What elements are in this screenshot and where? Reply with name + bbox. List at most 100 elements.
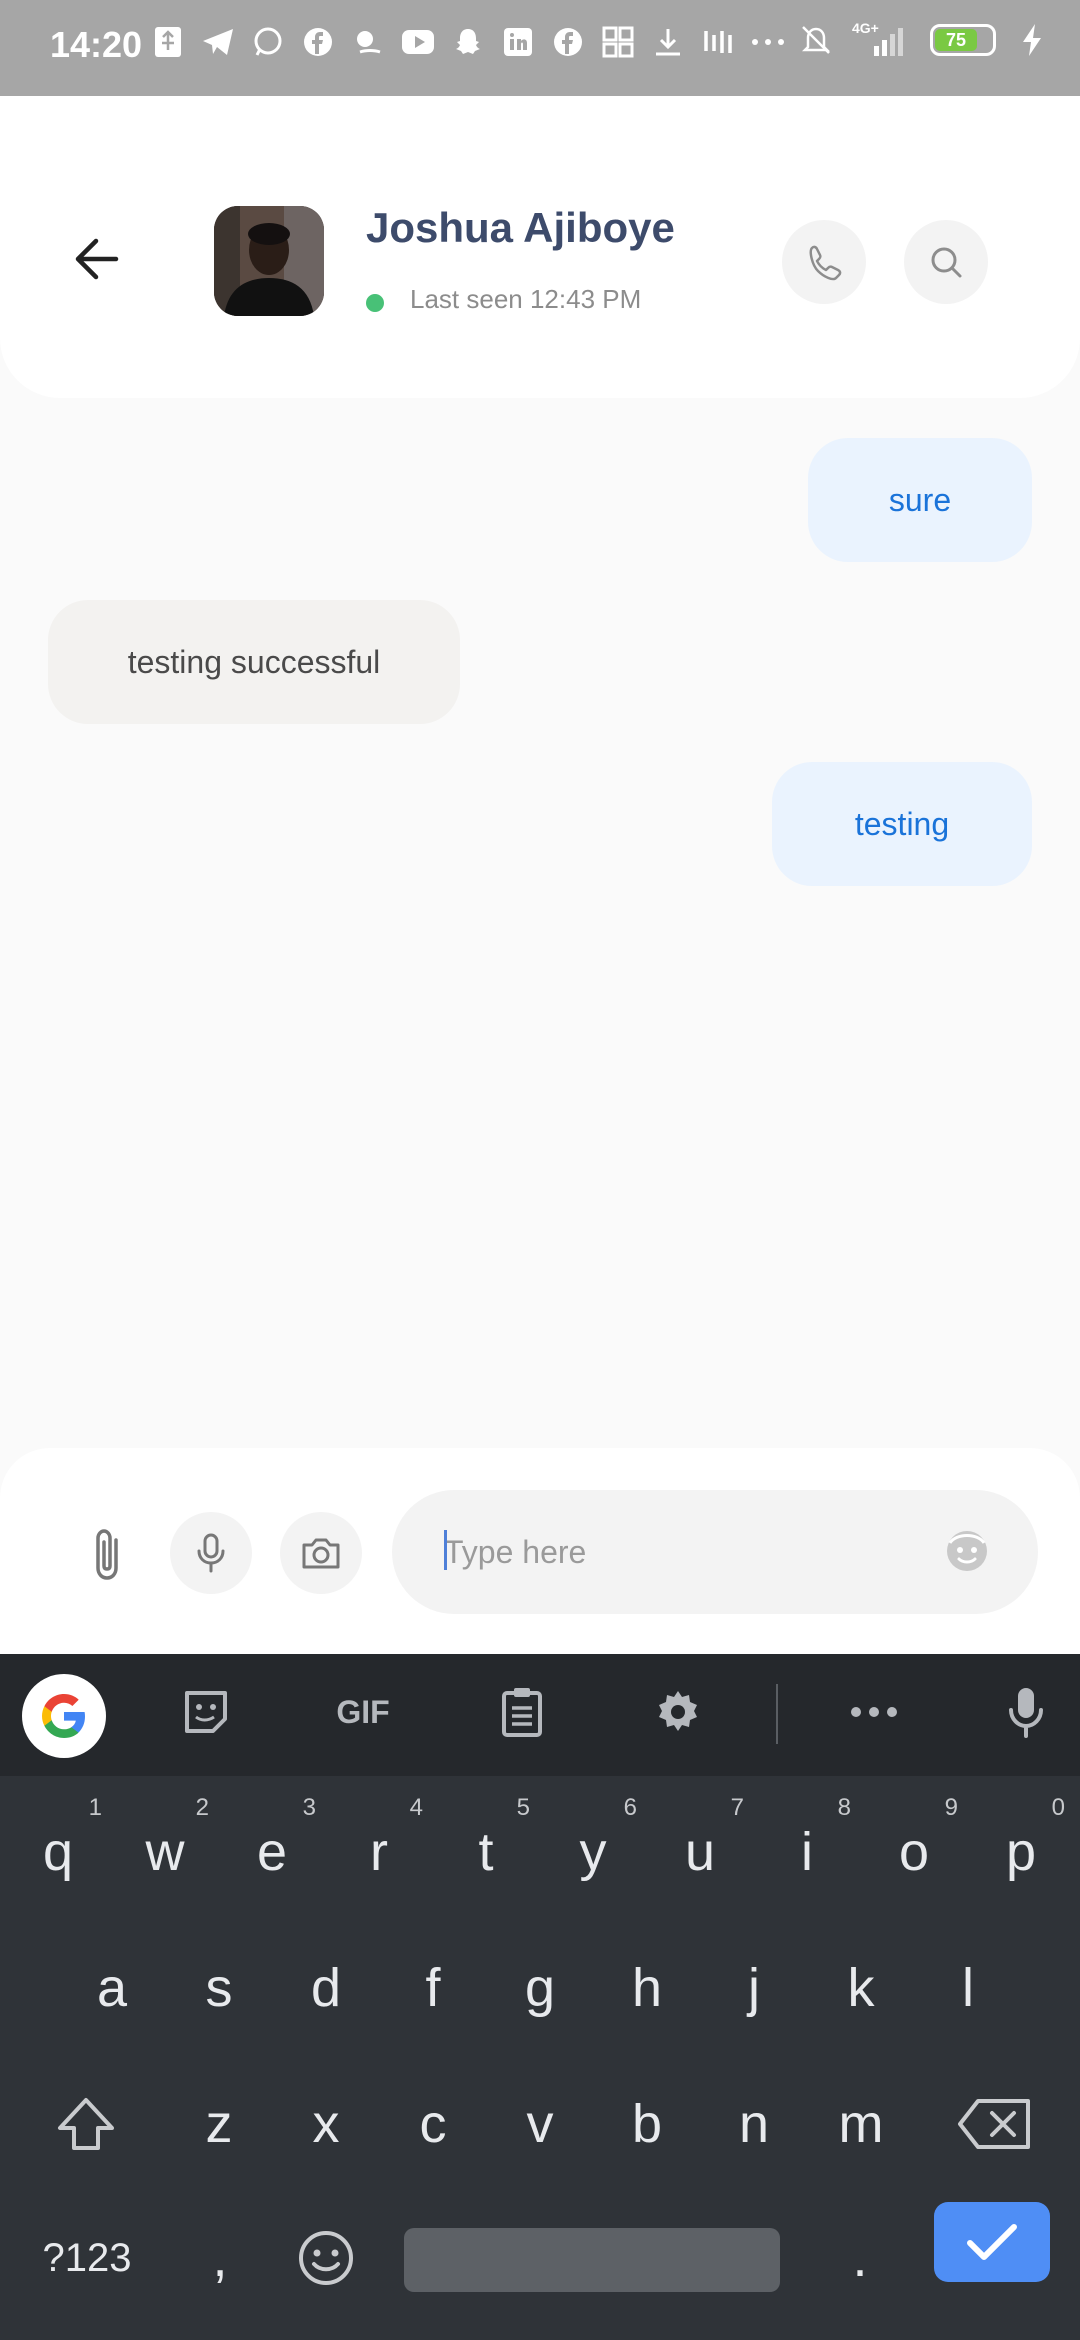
key-label: q <box>42 1822 74 1882</box>
message-bubble-outgoing[interactable]: testing <box>772 762 1032 886</box>
key-r[interactable]: r4 <box>329 1792 429 1912</box>
search-button[interactable] <box>904 220 988 304</box>
notification-icons <box>150 24 786 60</box>
online-status-dot <box>366 294 384 312</box>
avatar[interactable] <box>214 206 324 316</box>
text-cursor <box>444 1530 447 1570</box>
symbols-key[interactable]: ?123 <box>32 2198 142 2318</box>
key-n[interactable]: n <box>704 2064 804 2184</box>
period-key[interactable]: . <box>810 2198 910 2318</box>
key-label: t <box>478 1822 494 1882</box>
key-q[interactable]: q1 <box>8 1792 108 1912</box>
status-right: 4G+ 75 <box>798 20 1050 58</box>
key-hint: 4 <box>409 1794 423 1821</box>
key-p[interactable]: p0 <box>971 1792 1071 1912</box>
more-options-button[interactable] <box>846 1684 902 1740</box>
key-g[interactable]: g <box>490 1928 590 2048</box>
key-label: p <box>1005 1822 1037 1882</box>
key-hint: 6 <box>623 1794 637 1821</box>
key-s[interactable]: s <box>169 1928 269 2048</box>
key-label: w <box>145 1822 185 1882</box>
gif-button[interactable]: GIF <box>328 1684 398 1740</box>
comma-key[interactable]: , <box>170 2198 270 2318</box>
gear-icon <box>659 1691 697 1731</box>
key-x[interactable]: x <box>276 2064 376 2184</box>
key-w[interactable]: w2 <box>115 1792 215 1912</box>
linkedin-icon <box>500 24 536 60</box>
back-button[interactable] <box>66 226 132 292</box>
settings-button[interactable] <box>650 1684 706 1740</box>
signal-icon: 4G+ <box>852 20 912 58</box>
key-l[interactable]: l <box>918 1928 1018 2048</box>
facebook-icon <box>300 24 336 60</box>
key-label: y <box>579 1822 607 1882</box>
key-hint: 0 <box>1051 1794 1065 1821</box>
key-label: o <box>898 1822 930 1882</box>
shift-icon <box>58 2098 114 2150</box>
keyboard-toolbar: GIF <box>0 1654 1080 1776</box>
download-icon <box>650 24 686 60</box>
whatsapp-icon <box>250 24 286 60</box>
shift-key[interactable] <box>36 2064 136 2184</box>
more-icon <box>750 24 786 60</box>
attach-button[interactable] <box>80 1524 136 1584</box>
sticker-button[interactable] <box>178 1684 234 1740</box>
voice-input-button[interactable] <box>998 1684 1054 1740</box>
key-a[interactable]: a <box>62 1928 162 2048</box>
key-e[interactable]: e3 <box>222 1792 322 1912</box>
message-text: testing <box>854 805 950 842</box>
sticker-icon <box>185 1691 227 1733</box>
key-hint: 5 <box>516 1794 530 1821</box>
phone-icon <box>809 245 842 281</box>
key-label: r <box>370 1822 388 1882</box>
message-bubble-outgoing[interactable]: sure <box>808 438 1032 562</box>
key-f[interactable]: f <box>383 1928 483 2048</box>
jiji-icon <box>700 24 736 60</box>
key-y[interactable]: y6 <box>543 1792 643 1912</box>
paperclip-icon <box>96 1529 118 1580</box>
contact-name[interactable]: Joshua Ajiboye <box>366 204 675 252</box>
arrow-left-icon <box>75 238 119 280</box>
key-label: e <box>256 1822 288 1882</box>
usb-icon <box>150 24 186 60</box>
key-j[interactable]: j <box>704 1928 804 2048</box>
call-button[interactable] <box>782 220 866 304</box>
google-button[interactable] <box>22 1674 106 1758</box>
voice-record-button[interactable] <box>170 1512 252 1594</box>
emoji-key[interactable] <box>276 2198 376 2318</box>
backspace-icon <box>958 2099 1030 2149</box>
microphone-icon <box>197 1533 225 1573</box>
spacebar[interactable] <box>404 2228 780 2292</box>
emoji-icon <box>299 2231 353 2285</box>
key-hint: 2 <box>195 1794 209 1821</box>
key-b[interactable]: b <box>597 2064 697 2184</box>
key-o[interactable]: o9 <box>864 1792 964 1912</box>
key-d[interactable]: d <box>276 1928 376 2048</box>
emoji-button[interactable] <box>944 1528 990 1574</box>
key-hint: 3 <box>302 1794 316 1821</box>
checkmark-icon <box>967 2224 1017 2260</box>
key-c[interactable]: c <box>383 2064 483 2184</box>
status-bar: 14:20 4G+ 75 <box>0 0 1080 96</box>
key-t[interactable]: t5 <box>436 1792 536 1912</box>
camera-button[interactable] <box>280 1512 362 1594</box>
last-seen-text: Last seen 12:43 PM <box>410 284 642 314</box>
enter-button[interactable] <box>934 2202 1050 2282</box>
message-input[interactable] <box>444 1524 924 1580</box>
message-bubble-incoming[interactable]: testing successful <box>48 600 460 724</box>
key-i[interactable]: i8 <box>757 1792 857 1912</box>
key-z[interactable]: z <box>169 2064 269 2184</box>
key-m[interactable]: m <box>811 2064 911 2184</box>
bell-off-icon <box>798 22 834 58</box>
key-k[interactable]: k <box>811 1928 911 2048</box>
clipboard-button[interactable] <box>494 1684 550 1740</box>
key-h[interactable]: h <box>597 1928 697 2048</box>
more-horizontal-icon <box>851 1707 897 1717</box>
key-u[interactable]: u7 <box>650 1792 750 1912</box>
toolbar-divider <box>776 1684 778 1744</box>
battery-icon: 75 <box>930 24 996 56</box>
status-time: 14:20 <box>50 24 143 65</box>
key-hint: 9 <box>944 1794 958 1821</box>
key-v[interactable]: v <box>490 2064 590 2184</box>
backspace-key[interactable] <box>944 2064 1044 2184</box>
